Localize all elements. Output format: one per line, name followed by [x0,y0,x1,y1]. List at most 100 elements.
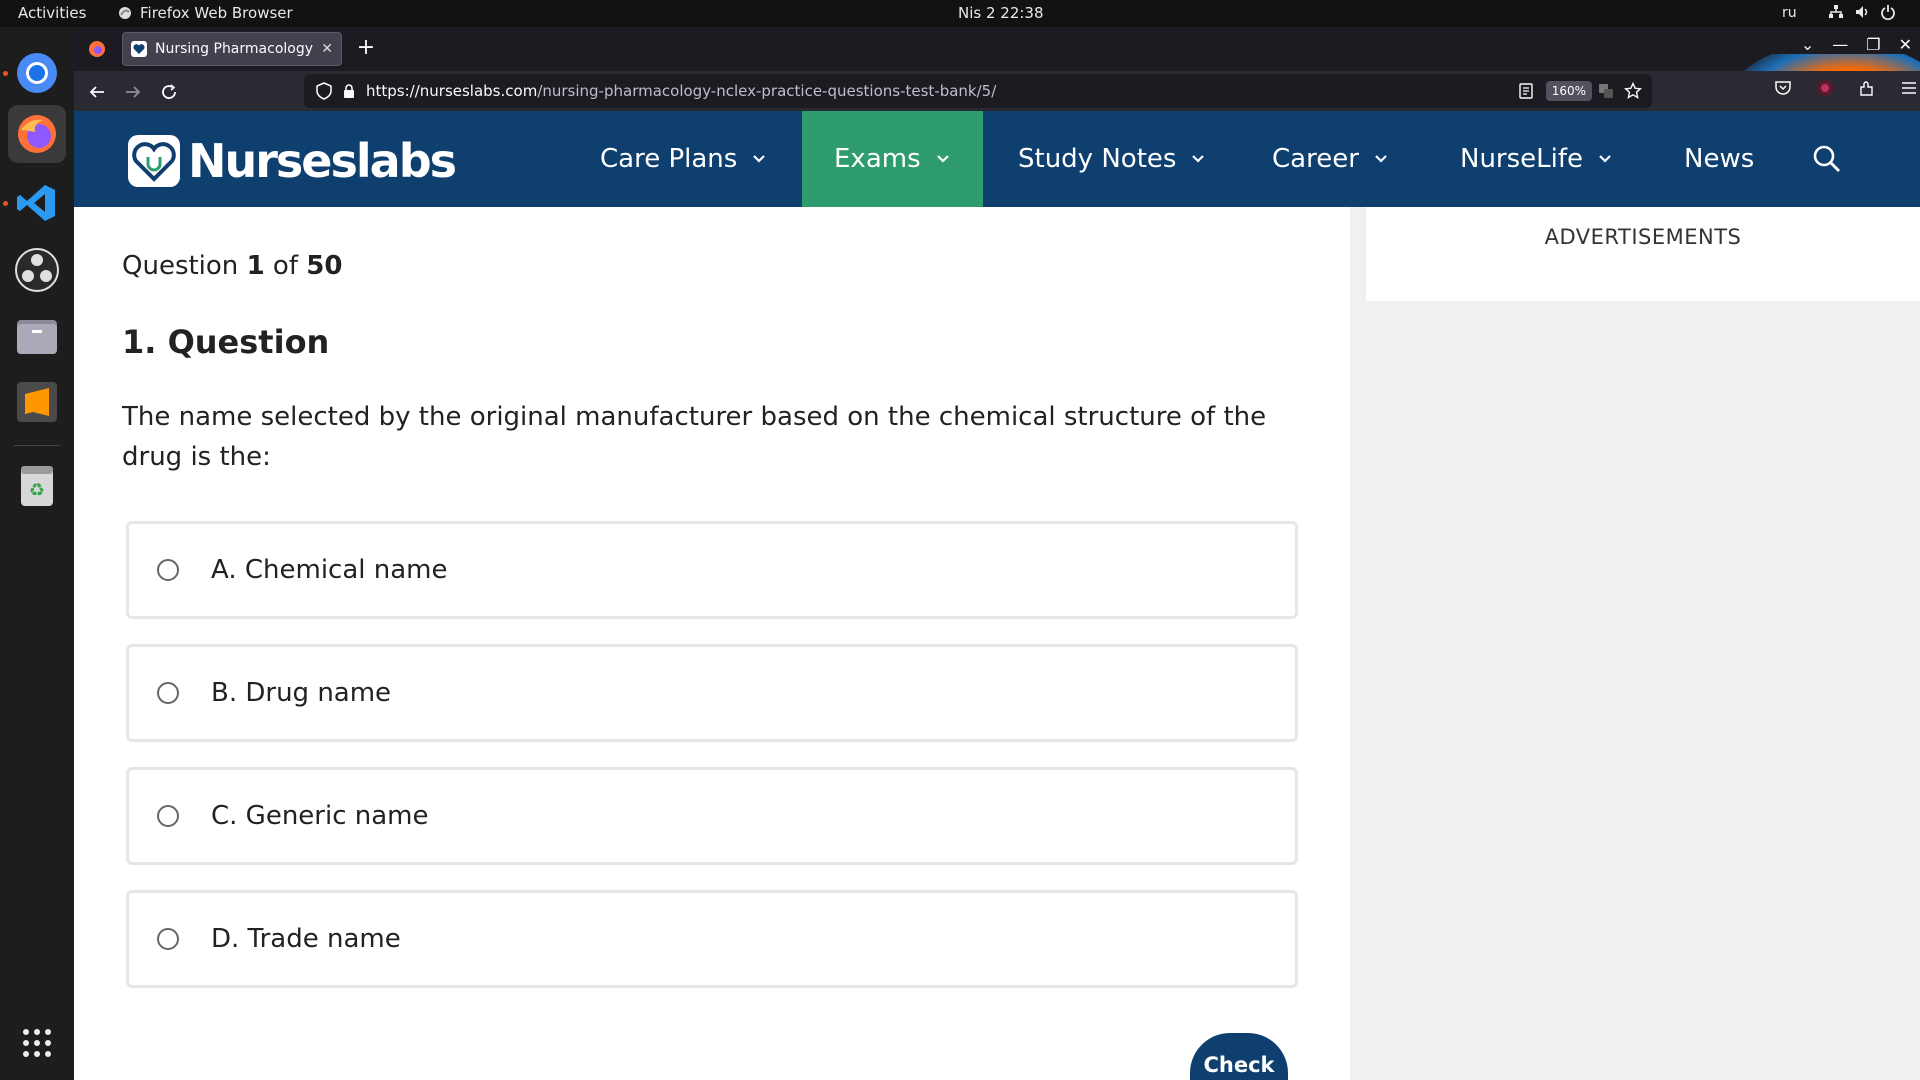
answer-label: A. Chemical name [211,555,448,585]
chevron-down-icon [753,155,766,163]
hamburger-menu-icon[interactable] [1900,79,1918,97]
radio-button[interactable] [157,928,179,950]
question-text: The name selected by the original manufa… [122,402,1267,472]
tab-list-icon[interactable]: ⌄ [1801,35,1814,54]
account-avatar-icon[interactable] [1816,79,1834,97]
activities-button[interactable]: Activities [18,4,86,22]
back-arrow-icon [89,86,104,98]
close-tab-icon[interactable]: ✕ [321,41,333,57]
firefox-icon [18,115,56,153]
counter-total: 50 [306,251,343,281]
nav-exams[interactable]: Exams [802,111,983,207]
dock-trash[interactable]: ♻ [8,457,66,515]
advertisement-box: ADVERTISEMENTS [1366,207,1920,301]
dock: ♻ [0,27,74,1080]
nav-label: Exams [834,144,921,174]
nav-label: News [1684,144,1755,174]
tracking-protection-icon[interactable] [316,82,332,100]
radio-button[interactable] [157,805,179,827]
show-apps-button[interactable] [8,1014,66,1072]
answer-option-b[interactable]: B. Drug name [126,644,1298,742]
lock-icon[interactable] [342,83,356,99]
zoom-level-badge[interactable]: 160% [1545,81,1592,101]
nav-nurselife[interactable]: NurseLife [1460,111,1613,207]
nav-news[interactable]: News [1684,111,1754,207]
dock-firefox[interactable] [8,105,66,163]
nav-care-plans[interactable]: Care Plans [600,111,767,207]
close-window-button[interactable]: ✕ [1899,35,1912,54]
minimize-button[interactable]: — [1832,35,1848,54]
files-icon [17,320,57,354]
radio-button[interactable] [157,682,179,704]
keyboard-layout-indicator[interactable]: ru [1782,5,1797,21]
firefox-small-icon [119,7,131,19]
site-header: Nurseslabs Care Plans Exams Study Notes … [74,111,1920,207]
translate-icon[interactable] [1598,83,1614,99]
svg-text:♻: ♻ [29,480,45,501]
dock-sublime[interactable] [8,373,66,431]
sublime-text-icon [17,382,57,422]
site-favicon [131,41,147,57]
nav-study-notes[interactable]: Study Notes [1018,111,1206,207]
dock-files[interactable] [8,307,66,365]
question-counter: Question 1 of 50 [122,251,342,281]
trash-icon: ♻ [21,466,53,506]
chevron-down-icon [936,155,949,163]
answer-label: C. Generic name [211,801,429,831]
chevron-down-icon [1599,155,1611,163]
app-name: Firefox Web Browser [140,4,293,22]
chrome-icon [17,53,57,93]
url-host: https://nurseslabs.com [366,82,538,100]
browser-tab-bar: Nursing Pharmacology Q ✕ + ⌄ — ❐ ✕ [74,27,1920,138]
dock-chrome[interactable] [8,44,66,102]
check-button[interactable]: Check [1190,1033,1288,1080]
chevron-down-icon [1192,155,1205,163]
url-path: /nursing-pharmacology-nclex-practice-que… [537,82,997,100]
restore-button[interactable]: ❐ [1866,35,1880,54]
answer-label: D. Trade name [211,924,401,954]
firefox-view-icon[interactable] [88,40,106,58]
extensions-icon[interactable] [1858,79,1876,97]
bookmark-star-icon[interactable] [1624,82,1642,100]
app-menu[interactable]: Firefox Web Browser [118,4,293,22]
answer-option-a[interactable]: A. Chemical name [126,521,1298,619]
url-text[interactable]: https://nurseslabs.com/nursing-pharmacol… [366,82,996,100]
nav-label: Study Notes [1018,144,1177,174]
nav-label: NurseLife [1460,144,1584,174]
browser-tab[interactable]: Nursing Pharmacology Q ✕ [122,32,342,66]
site-search-button[interactable] [1812,111,1842,207]
toolbar-right [1774,79,1918,97]
nurseslabs-logo-icon [128,135,180,187]
forward-arrow-icon [126,86,141,98]
clock[interactable]: Nis 2 22:38 [958,4,1044,22]
app-grid-icon [23,1029,51,1057]
network-icon [1829,5,1843,18]
reload-icon [162,84,176,99]
pocket-icon[interactable] [1774,79,1792,97]
forward-button[interactable] [120,79,146,105]
nav-label: Care Plans [600,144,738,174]
tab-title: Nursing Pharmacology Q [155,41,314,57]
new-tab-button[interactable]: + [352,35,380,63]
reader-view-icon[interactable] [1518,83,1534,99]
volume-icon [1856,6,1868,18]
vscode-icon [17,185,55,221]
reload-button[interactable] [156,79,182,105]
nav-career[interactable]: Career [1272,111,1389,207]
window-controls: ⌄ — ❐ ✕ [1801,35,1912,54]
dock-vscode[interactable] [8,174,66,232]
counter-prefix: Question [122,251,247,281]
system-tray[interactable] [1828,3,1896,21]
back-button[interactable] [84,79,110,105]
answer-option-c[interactable]: C. Generic name [126,767,1298,865]
sidebar: ADVERTISEMENTS [1350,207,1920,1080]
url-bar[interactable]: https://nurseslabs.com/nursing-pharmacol… [304,74,1652,108]
dock-obs[interactable] [8,241,66,299]
question-title: 1. Question [122,323,330,361]
radio-button[interactable] [157,559,179,581]
browser-nav-bar: https://nurseslabs.com/nursing-pharmacol… [74,71,1920,111]
site-logo[interactable]: Nurseslabs [126,133,457,189]
quiz-content: Question 1 of 50 1. Question The name se… [74,207,1350,1080]
answer-option-d[interactable]: D. Trade name [126,890,1298,988]
answer-label: B. Drug name [211,678,392,708]
